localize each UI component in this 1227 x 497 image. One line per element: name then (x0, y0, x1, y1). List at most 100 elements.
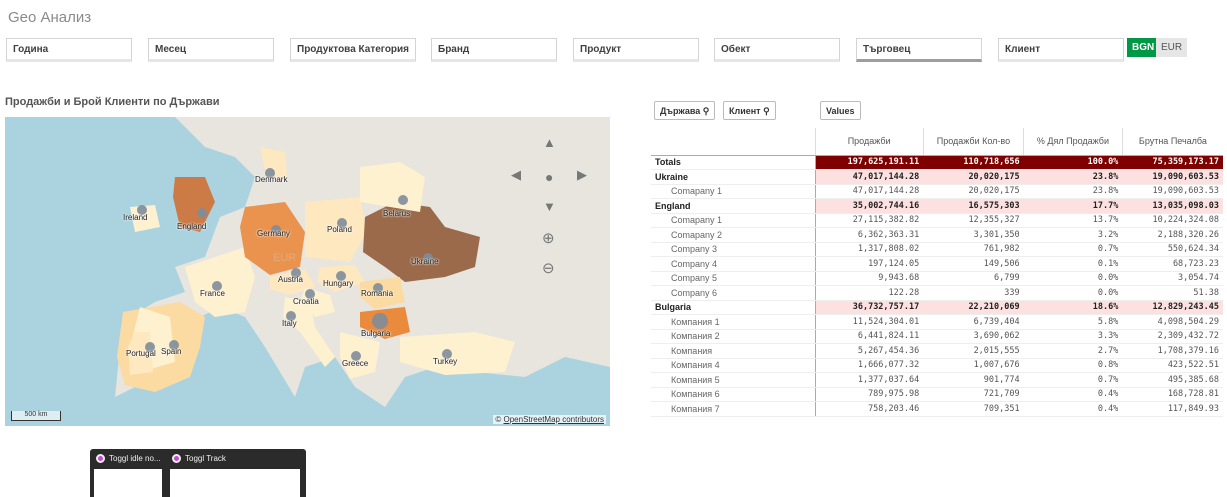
country-label-spain: Spain (161, 347, 182, 356)
currency-eur-button[interactable]: EUR (1156, 38, 1188, 57)
cell-col-3: 2.7% (1023, 343, 1123, 359)
dim-country-button[interactable]: Държава ⚲ (654, 101, 716, 120)
taskbar-preview: Toggl idle no... Toggl Track (90, 449, 306, 497)
cell-col-2: 709,351 (923, 401, 1024, 417)
pan-up-icon[interactable]: ▲ (543, 135, 556, 150)
cell-col-3: 3.3% (1023, 329, 1123, 344)
table-row[interactable]: Компания 4 1,666,077.32 1,007,676 0.8% 423,5… (651, 358, 1223, 373)
attribution-prefix: © (495, 415, 502, 424)
table-row[interactable]: England 35,002,744.16 16,575,303 17.7% 13,03… (651, 198, 1223, 214)
table-row[interactable]: Totals 197,625,191.11 110,718,656 100.0% 75,… (651, 155, 1223, 170)
table-row[interactable]: Компания 7 758,203.46 709,351 0.4% 117,849.9… (651, 401, 1223, 417)
map-watermark: EUR (273, 252, 297, 264)
filter-1[interactable]: Година (6, 38, 132, 62)
table-row[interactable]: Comapany 1 27,115,382.82 12,355,327 13.7% 10… (651, 213, 1223, 228)
table-row[interactable]: Comapany 2 6,362,363.31 3,301,350 3.2% 2,188… (651, 227, 1223, 243)
row-label: Компания 2 (651, 329, 816, 344)
table-row[interactable]: Компания 2 6,441,824.11 3,690,062 3.3% 2,309… (651, 329, 1223, 344)
osm-link[interactable]: OpenStreetMap contributors (504, 415, 605, 424)
table-row[interactable]: Компания 1 11,524,304.01 6,739,404 5.8% 4,09… (651, 314, 1223, 330)
cell-col-2: 20,020,175 (923, 169, 1024, 185)
search-icon: ⚲ (763, 106, 770, 116)
cell-col-1: 6,441,824.11 (815, 329, 924, 344)
table-row[interactable]: Компания 5 1,377,037.64 901,774 0.7% 495,385… (651, 372, 1223, 388)
row-label: Company 3 (651, 242, 816, 257)
taskbar-item-toggl-track[interactable]: Toggl Track (172, 454, 226, 463)
cell-col-4: 2,188,320.26 (1122, 227, 1223, 243)
cell-col-2: 20,020,175 (923, 184, 1024, 199)
filter-8[interactable]: Клиент (998, 38, 1124, 62)
row-label: Comapany 1 (651, 184, 816, 199)
pan-left-icon[interactable]: ◀ (511, 167, 521, 183)
table-row[interactable]: Company 6 122.28 339 0.0% 51.38 (651, 285, 1223, 301)
values-button[interactable]: Values (820, 101, 861, 120)
header-col-2[interactable]: Продажби Кол-во (922, 128, 1024, 156)
marker-england[interactable] (197, 208, 207, 218)
taskbar-item-toggl-idle[interactable]: Toggl idle no... (96, 454, 161, 463)
cell-col-3: 23.8% (1023, 169, 1123, 185)
filter-2[interactable]: Месец (148, 38, 274, 62)
filter-6[interactable]: Обект (714, 38, 840, 62)
pan-center-icon[interactable]: ● (545, 169, 553, 185)
table-row[interactable]: Company 3 1,317,808.02 761,982 0.7% 550,624.… (651, 242, 1223, 257)
filter-4[interactable]: Бранд (431, 38, 557, 62)
marker-belarus[interactable] (398, 195, 408, 205)
zoom-out-icon[interactable]: ⊖ (542, 259, 555, 277)
pan-down-icon[interactable]: ▼ (543, 199, 556, 214)
country-label-croatia: Croatia (293, 297, 319, 306)
window-thumbnail-1[interactable] (94, 469, 162, 497)
row-label: Company 5 (651, 271, 816, 286)
cell-col-4: 51.38 (1122, 285, 1223, 301)
window-thumbnail-2[interactable] (170, 469, 300, 497)
country-label-greece: Greece (342, 359, 369, 368)
country-label-england: England (177, 222, 207, 231)
row-label: Ukraine (651, 169, 816, 185)
cell-col-4: 19,090,603.53 (1122, 184, 1223, 199)
cell-col-3: 0.8% (1023, 358, 1123, 373)
map-scale: 500 km (11, 411, 61, 421)
filter-3[interactable]: Продуктова Категория (290, 38, 416, 62)
cell-col-1: 11,524,304.01 (815, 314, 924, 330)
table-row[interactable]: Bulgaria 36,732,757.17 22,210,069 18.6% 12,8… (651, 300, 1223, 315)
cell-col-2: 149,506 (923, 256, 1024, 272)
cell-col-1: 9,943.68 (815, 271, 924, 286)
table-row[interactable]: Company 5 9,943.68 6,799 0.0% 3,054.74 (651, 271, 1223, 286)
table-row[interactable]: Company 4 197,124.05 149,506 0.1% 68,723.23 (651, 256, 1223, 272)
data-table: Продажби Продажби Кол-во% Дял Продажби Бру… (651, 128, 1223, 417)
table-row[interactable]: Компания 5,267,454.36 2,015,555 2.7% 1,708,3… (651, 343, 1223, 359)
dim-client-button[interactable]: Клиент ⚲ (723, 101, 776, 120)
table-row[interactable]: Comapany 1 47,017,144.28 20,020,175 23.8% 19… (651, 184, 1223, 199)
table-row[interactable]: Ukraine 47,017,144.28 20,020,175 23.8% 19,09… (651, 169, 1223, 185)
cell-col-3: 17.7% (1023, 198, 1123, 214)
cell-col-4: 423,522.51 (1122, 358, 1223, 373)
cell-col-2: 901,774 (923, 372, 1024, 388)
header-col-1[interactable]: Продажби (814, 128, 924, 156)
table-row[interactable]: Компания 6 789,975.98 721,709 0.4% 168,728.8… (651, 387, 1223, 402)
map[interactable]: EUR Denmark Ireland England Germany Poland Be… (5, 117, 610, 426)
header-col-3[interactable]: % Дял Продажби (1023, 128, 1123, 156)
cell-col-4: 2,309,432.72 (1122, 329, 1223, 344)
zoom-in-icon[interactable]: ⊕ (542, 229, 555, 247)
pan-right-icon[interactable]: ▶ (577, 167, 587, 183)
header-blank (651, 128, 815, 156)
cell-col-2: 6,799 (923, 271, 1024, 286)
cell-col-1: 1,317,808.02 (815, 242, 924, 257)
country-label-romania: Romania (361, 289, 394, 298)
cell-col-4: 12,829,243.45 (1122, 300, 1223, 315)
cell-col-2: 6,739,404 (923, 314, 1024, 330)
marker-bulgaria[interactable] (372, 313, 388, 329)
row-label: Totals (651, 155, 816, 170)
filter-7[interactable]: Търговец (856, 38, 982, 62)
cell-col-4: 495,385.68 (1122, 372, 1223, 388)
row-label: Company 6 (651, 285, 816, 301)
header-col-4[interactable]: Брутна Печалба (1121, 128, 1223, 156)
cell-col-1: 122.28 (815, 285, 924, 301)
cell-col-4: 3,054.74 (1122, 271, 1223, 286)
cell-col-2: 721,709 (923, 387, 1024, 402)
cell-col-1: 1,666,077.32 (815, 358, 924, 373)
cell-col-4: 68,723.23 (1122, 256, 1223, 272)
search-icon: ⚲ (702, 106, 710, 116)
row-label: England (651, 198, 816, 214)
currency-bgn-button[interactable]: BGN (1127, 38, 1160, 57)
filter-5[interactable]: Продукт (573, 38, 699, 62)
